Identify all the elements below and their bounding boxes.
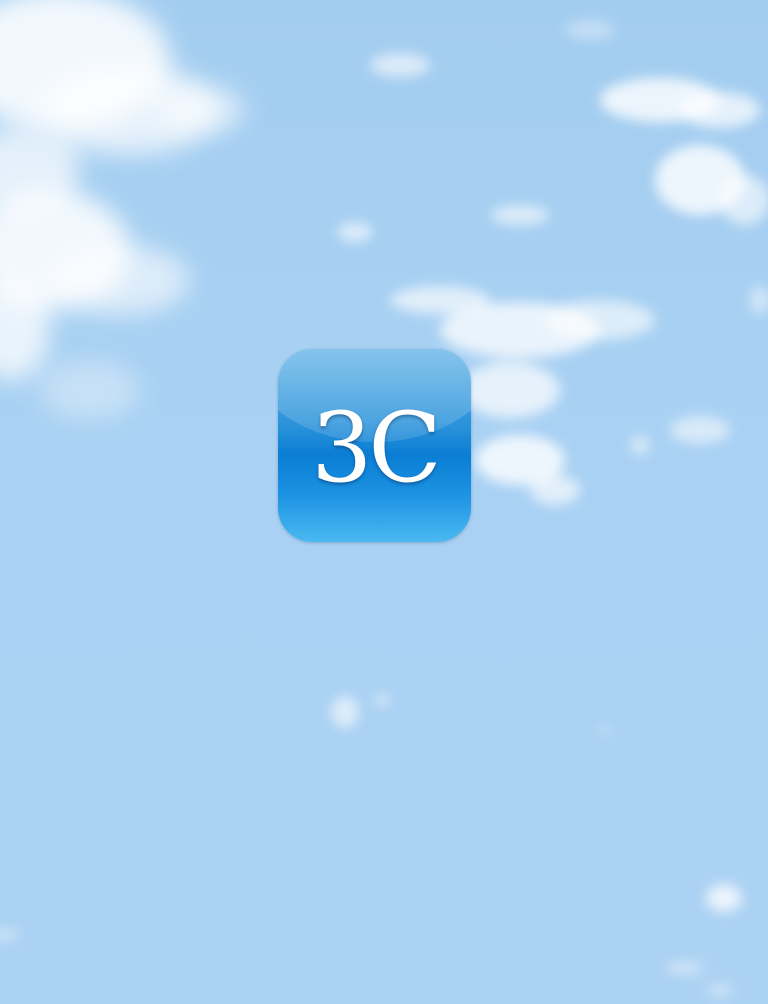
launch-screen: 3C: [0, 0, 768, 1004]
app-icon-monogram: 3C: [311, 391, 442, 504]
app-icon[interactable]: 3C: [278, 349, 471, 542]
